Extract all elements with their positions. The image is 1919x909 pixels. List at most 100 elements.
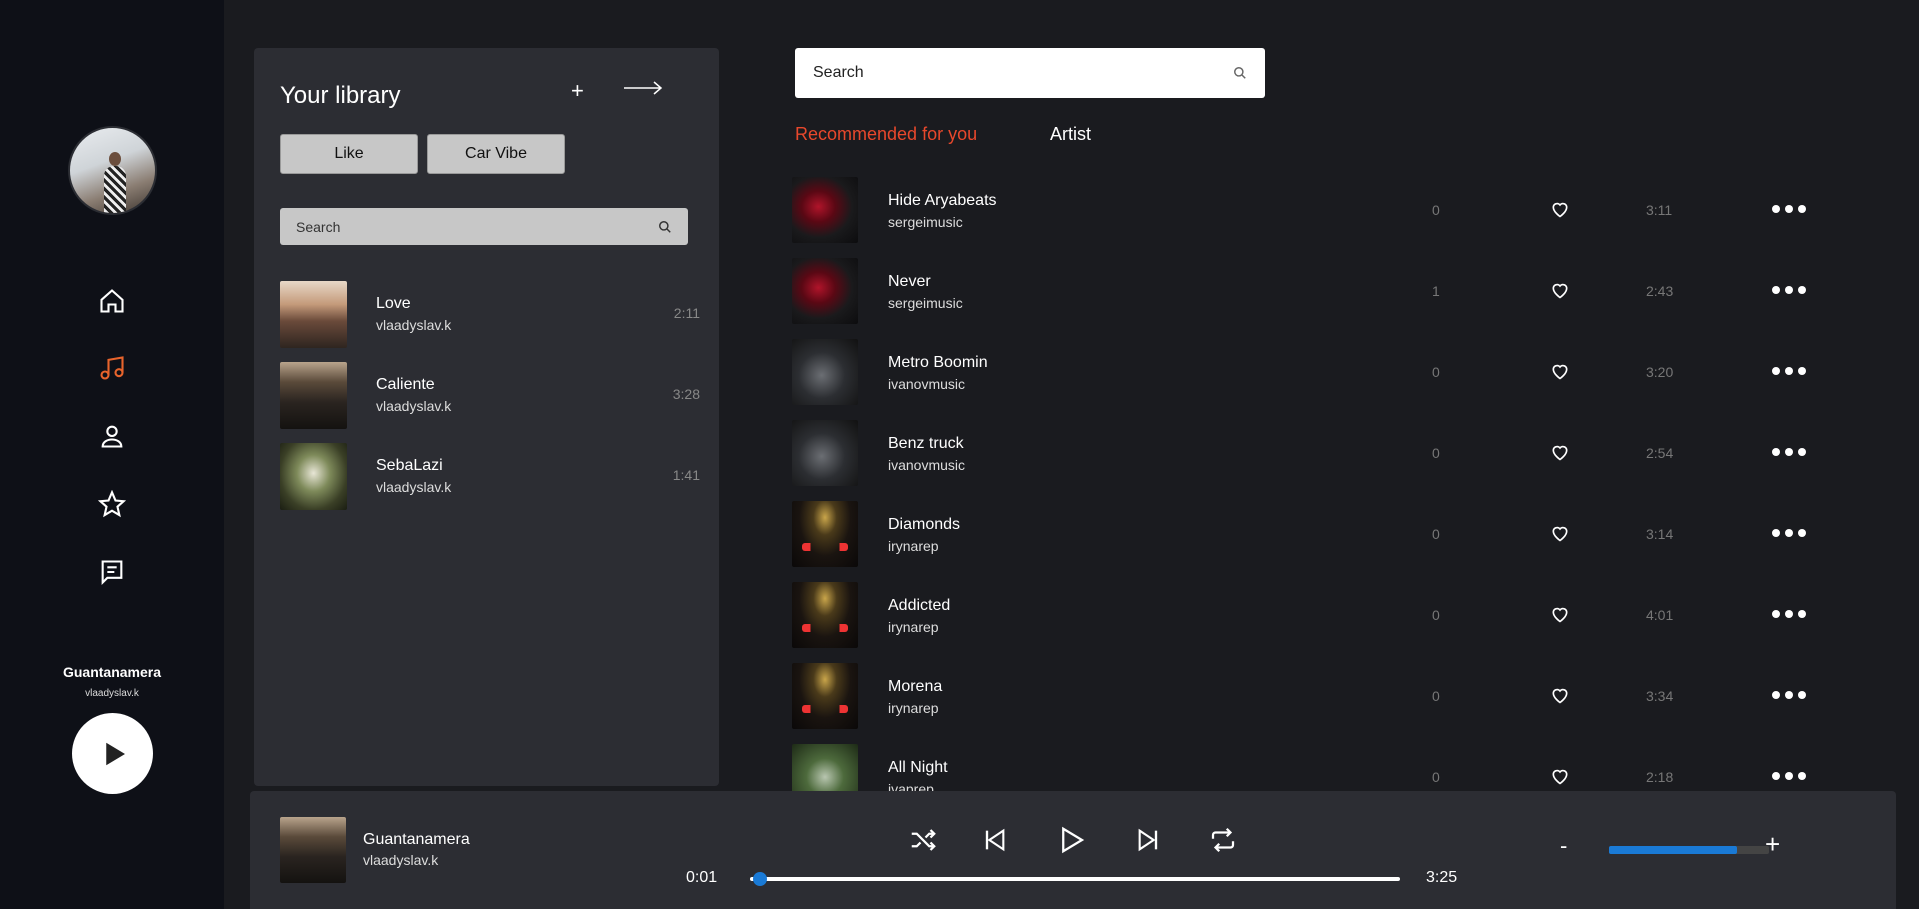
library-item-duration: 1:41 <box>672 467 700 483</box>
volume-down-button[interactable]: - <box>1560 833 1567 859</box>
nav-home-icon[interactable] <box>96 285 128 317</box>
track-cover <box>792 177 858 243</box>
heart-icon[interactable] <box>1550 199 1570 219</box>
track-artist: irynarep <box>888 619 939 635</box>
main-search-input[interactable] <box>813 64 1233 82</box>
track-cover <box>792 258 858 324</box>
play-button[interactable] <box>1054 822 1090 858</box>
track-row[interactable]: Diamonds irynarep 0 3:14 <box>792 501 1812 568</box>
library-item-cover <box>280 362 347 429</box>
library-item-artist: vlaadyslav.k <box>376 479 452 495</box>
library-item-duration: 2:11 <box>673 305 700 321</box>
track-cover <box>792 582 858 648</box>
avatar-figure <box>104 166 126 213</box>
more-options-icon[interactable] <box>1772 278 1806 302</box>
library-add-button[interactable]: + <box>571 78 584 104</box>
sidebar-play-button[interactable] <box>72 713 153 794</box>
volume-up-button[interactable]: + <box>1765 829 1780 860</box>
track-like-count: 0 <box>1432 607 1440 623</box>
more-options-icon[interactable] <box>1772 440 1806 464</box>
library-title: Your library <box>280 82 401 109</box>
nav-star-icon[interactable] <box>96 488 128 520</box>
track-name: Addicted <box>888 597 951 614</box>
more-options-icon[interactable] <box>1772 359 1806 383</box>
track-like-count: 0 <box>1432 688 1440 704</box>
shuffle-button[interactable] <box>905 822 941 858</box>
track-artist: sergeimusic <box>888 214 963 230</box>
next-button[interactable] <box>1134 822 1164 858</box>
heart-icon[interactable] <box>1550 523 1570 543</box>
library-item[interactable]: Love vlaadyslav.k 2:11 <box>280 281 700 348</box>
track-row[interactable]: Metro Boomin ivanovmusic 0 3:20 <box>792 339 1812 406</box>
volume-slider[interactable] <box>1609 846 1769 854</box>
heart-icon[interactable] <box>1550 280 1570 300</box>
more-options-icon[interactable] <box>1772 764 1806 788</box>
track-row[interactable]: Morena irynarep 0 3:34 <box>792 663 1812 730</box>
library-item[interactable]: SebaLazi vlaadyslav.k 1:41 <box>280 443 700 510</box>
search-icon[interactable] <box>1233 66 1247 80</box>
progress-bar[interactable] <box>750 872 1400 886</box>
library-item-name: Caliente <box>376 376 435 393</box>
track-row[interactable]: Hide Aryabeats sergeimusic 0 3:11 <box>792 177 1812 244</box>
avatar[interactable] <box>68 126 157 215</box>
nav-music-note-icon[interactable] <box>96 352 128 384</box>
track-row[interactable]: Benz truck ivanovmusic 0 2:54 <box>792 420 1812 487</box>
track-duration: 3:14 <box>1646 526 1674 542</box>
search-icon[interactable] <box>658 220 672 234</box>
player-title: Guantanamera <box>363 831 470 848</box>
library-search-input[interactable] <box>296 218 658 235</box>
track-duration: 3:11 <box>1646 202 1673 218</box>
library-item-name: Love <box>376 295 411 312</box>
library-search <box>280 208 688 245</box>
track-row[interactable]: Addicted irynarep 0 4:01 <box>792 582 1812 649</box>
track-like-count: 0 <box>1432 526 1440 542</box>
more-options-icon[interactable] <box>1772 521 1806 545</box>
heart-icon[interactable] <box>1550 604 1570 624</box>
track-name: Diamonds <box>888 516 961 533</box>
heart-icon[interactable] <box>1550 766 1570 786</box>
more-options-icon[interactable] <box>1772 197 1806 221</box>
track-cover <box>792 501 858 567</box>
nav-user-icon[interactable] <box>96 420 128 452</box>
track-name: Morena <box>888 678 943 695</box>
library-chip-like[interactable]: Like <box>280 134 418 174</box>
player-artist: vlaadyslav.k <box>363 852 439 868</box>
nav-chat-icon[interactable] <box>96 556 128 588</box>
repeat-icon <box>1211 827 1235 853</box>
sidebar-now-playing-artist: vlaadyslav.k <box>85 688 139 699</box>
tab-recommended[interactable]: Recommended for you <box>795 124 977 145</box>
sidebar-now-playing-title: Guantanamera <box>62 664 162 680</box>
repeat-button[interactable] <box>1205 822 1241 858</box>
track-artist: irynarep <box>888 700 939 716</box>
track-cover <box>792 663 858 729</box>
track-duration: 2:18 <box>1646 769 1674 785</box>
track-duration: 4:01 <box>1646 607 1674 623</box>
more-options-icon[interactable] <box>1772 683 1806 707</box>
library-item-cover <box>280 281 347 348</box>
heart-icon[interactable] <box>1550 685 1570 705</box>
track-like-count: 0 <box>1432 445 1440 461</box>
library-item-artist: vlaadyslav.k <box>376 398 452 414</box>
track-like-count: 0 <box>1432 364 1440 380</box>
track-artist: irynarep <box>888 538 939 554</box>
volume-level <box>1609 846 1737 854</box>
progress-handle[interactable] <box>753 872 768 886</box>
sidebar: Guantanamera vlaadyslav.k <box>0 0 224 909</box>
library-item[interactable]: Caliente vlaadyslav.k 3:28 <box>280 362 700 429</box>
tab-artist[interactable]: Artist <box>1050 124 1091 145</box>
library-expand-arrow-icon[interactable] <box>624 78 664 98</box>
track-cover <box>792 420 858 486</box>
track-artist: ivanovmusic <box>888 376 966 392</box>
avatar-head <box>109 152 121 166</box>
track-duration: 3:20 <box>1646 364 1674 380</box>
library-chip-car-vibe[interactable]: Car Vibe <box>427 134 565 174</box>
heart-icon[interactable] <box>1550 361 1570 381</box>
heart-icon[interactable] <box>1550 442 1570 462</box>
previous-button[interactable] <box>979 822 1009 858</box>
track-name: Benz truck <box>888 435 964 452</box>
skip-forward-icon <box>1138 828 1158 852</box>
play-icon <box>1062 826 1085 854</box>
play-icon <box>106 742 125 765</box>
track-row[interactable]: Never sergeimusic 1 2:43 <box>792 258 1812 325</box>
more-options-icon[interactable] <box>1772 602 1806 626</box>
